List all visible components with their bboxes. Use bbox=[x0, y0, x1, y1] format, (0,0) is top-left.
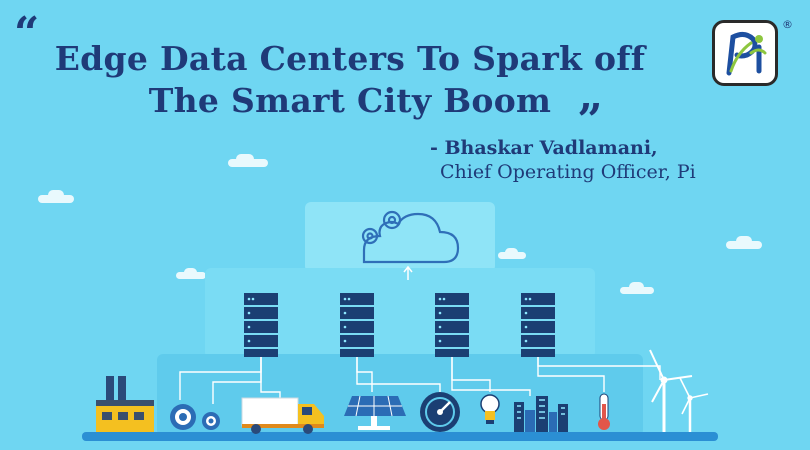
edge-data-center-illustration bbox=[82, 202, 718, 441]
wind-turbine-icon bbox=[649, 349, 709, 432]
thermometer-icon bbox=[598, 393, 610, 430]
factory-icon bbox=[96, 376, 154, 432]
ground-bar bbox=[82, 432, 718, 441]
speedometer-icon bbox=[420, 392, 460, 432]
